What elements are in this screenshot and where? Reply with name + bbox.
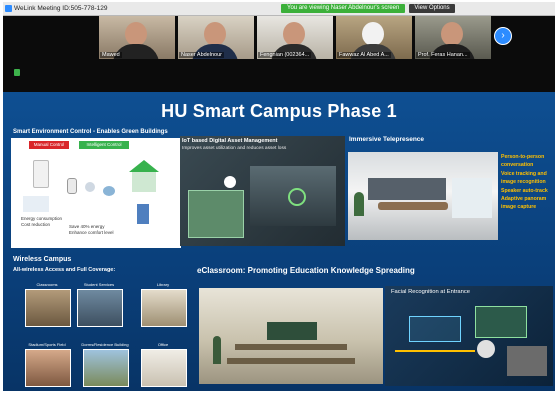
building-icon — [132, 172, 156, 192]
slide-title: HU Smart Campus Phase 1 — [161, 101, 397, 121]
desk-row — [227, 358, 355, 364]
wireless-item-label: Classrooms — [36, 282, 58, 287]
appliance-icon — [23, 196, 49, 212]
env-control-title: Smart Environment Control - Enables Gree… — [13, 129, 168, 135]
env-note: Cost reduction — [21, 222, 51, 227]
telepresence-image — [348, 152, 498, 240]
env-note: Energy consumption — [21, 216, 63, 221]
participant-name: Prof. Feras Hanan... — [416, 52, 470, 58]
app-icon — [5, 5, 12, 12]
wireless-subtitle: All-wireless Access and Full Coverage: — [13, 267, 116, 273]
participant-face — [283, 22, 305, 46]
facial-title: Facial Recognition at Entrance — [391, 289, 470, 295]
env-note: Save 40% energy — [69, 224, 105, 229]
eclassroom-image — [199, 288, 383, 384]
facial-recognition-panel: Facial Recognition at Entrance — [385, 286, 553, 386]
participant-gallery: Mawed Naser Abdelnour Fengnian (002364..… — [99, 16, 499, 59]
feature-bullet: image capture — [501, 204, 537, 211]
asset-tag-icon — [288, 188, 306, 206]
participant-tile[interactable]: Naser Abdelnour — [178, 16, 254, 59]
participant-name: Mawed — [100, 52, 122, 58]
wireless-item-label: Stadium/Sports Field — [28, 342, 66, 347]
participant-tile[interactable]: Fawwaz Al Abed A... — [336, 16, 412, 59]
feature-bullet: Speaker auto-track — [501, 187, 548, 194]
participant-name: Fawwaz Al Abed A... — [337, 52, 391, 58]
feature-bullet: Adaptive panoram — [501, 196, 547, 203]
wireless-item-label: Dorms/Residence Building — [81, 342, 129, 347]
eclassroom-title: eClassroom: Promoting Education Knowledg… — [197, 266, 415, 275]
feature-bullet: conversation — [501, 162, 534, 169]
zoom-window: WeLink Meeting ID:505-778-129 You are vi… — [3, 2, 555, 391]
face-scan-icon — [477, 340, 495, 358]
participant-tile[interactable]: Fengnian (002364... — [257, 16, 333, 59]
student-services-image — [77, 289, 123, 327]
env-control-panel: Manual Control Intelligent Control Energ… — [11, 138, 181, 248]
smart-board — [267, 322, 317, 340]
view-options-button[interactable]: View Options — [409, 4, 455, 13]
iot-title: IoT based Digital Asset Management — [182, 138, 278, 144]
meeting-title: WeLink Meeting ID:505-778-129 — [14, 5, 108, 12]
participant-name: Naser Abdelnour — [179, 52, 224, 58]
participant-tile[interactable]: Prof. Feras Hanan... — [415, 16, 491, 59]
wireless-item-label: Office — [157, 342, 169, 347]
plant-icon — [354, 192, 364, 216]
location-icon — [224, 176, 236, 188]
lamp-icon — [85, 182, 95, 192]
feature-bullet: Person-to-person — [501, 154, 545, 160]
conference-table — [378, 202, 448, 210]
video-wall — [368, 178, 446, 200]
participant-face — [125, 22, 147, 46]
participant-face — [441, 22, 463, 46]
plant-icon — [213, 336, 221, 364]
sensor-icon — [67, 178, 77, 194]
wireless-title: Wireless Campus — [13, 256, 72, 263]
gateway-icon — [103, 186, 115, 196]
intelligent-control-label: Intelligent Control — [79, 141, 129, 149]
campus-map-image — [188, 190, 244, 238]
person-image — [507, 346, 547, 376]
feature-bullet: Voice tracking and — [501, 170, 547, 177]
viewing-screen-banner: You are viewing Naser Abdelnour's screen — [281, 4, 406, 13]
office-image — [141, 349, 187, 387]
stadium-image — [25, 349, 71, 387]
iot-subtitle: Improves asset utilization and reduces a… — [182, 146, 287, 151]
library-image — [141, 289, 187, 327]
window-view — [452, 178, 492, 218]
classroom-image — [25, 289, 71, 327]
wireless-item-label: Library — [156, 282, 170, 287]
participant-name: Fengnian (002364... — [258, 52, 312, 58]
dorms-image — [83, 349, 129, 387]
participant-face — [204, 22, 226, 46]
next-page-button[interactable]: › — [494, 27, 512, 45]
manual-control-label: Manual Control — [29, 141, 69, 149]
wall-switch-icon — [33, 160, 49, 188]
video-status-icon[interactable] — [14, 69, 20, 76]
phone-icon — [137, 204, 149, 224]
scan-line — [395, 350, 475, 352]
env-note: Enhance comfort level — [69, 230, 114, 235]
building-roof-icon — [129, 160, 159, 172]
desk-row — [235, 344, 347, 350]
telepresence-features: Person-to-person conversation Voice trac… — [501, 153, 555, 212]
wireless-item-label: Student Services — [83, 282, 115, 287]
camera-screen — [475, 306, 527, 338]
shared-slide: HU Smart Campus Phase 1 Smart Environmen… — [3, 92, 555, 391]
feature-bullet: image recognition — [501, 179, 546, 186]
identity-card — [409, 316, 461, 342]
participant-tile[interactable]: Mawed — [99, 16, 175, 59]
participant-headdress — [362, 22, 384, 46]
telepresence-title: Immersive Telepresence — [349, 136, 425, 143]
iot-asset-panel: IoT based Digital Asset Management Impro… — [180, 136, 345, 246]
title-bar: WeLink Meeting ID:505-778-129 You are vi… — [3, 2, 555, 16]
